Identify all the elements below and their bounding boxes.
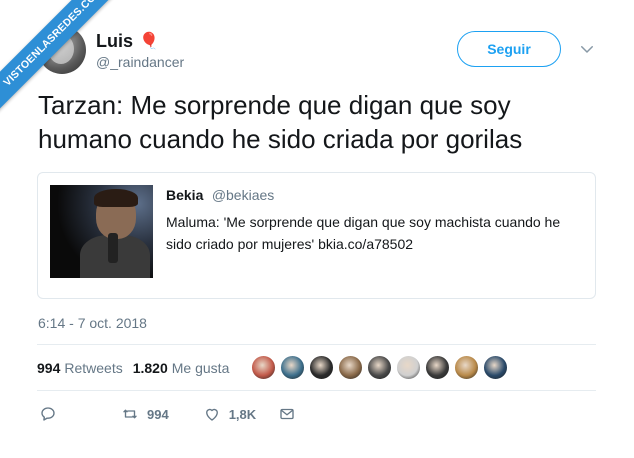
likes-count: 1.820 <box>132 359 168 376</box>
watermark-ribbon: VISTOENLASREDES.COM <box>0 0 130 130</box>
follow-button[interactable]: Seguir <box>457 31 561 67</box>
quoted-tweet-card[interactable]: Bekia @bekiaes Maluma: 'Me sorprende que… <box>37 172 596 299</box>
liker-avatar[interactable] <box>367 355 392 380</box>
likes-label: Me gusta <box>171 359 230 376</box>
divider-bottom <box>37 390 596 391</box>
tweet-actions: 994 1,8K <box>37 400 337 428</box>
likes-stat[interactable]: 1.820 Me gusta <box>133 360 230 376</box>
message-button[interactable] <box>278 405 296 423</box>
tweet-stats: 994 Retweets 1.820 Me gusta <box>37 345 596 390</box>
balloon-emoji: 🎈 <box>139 33 159 50</box>
watermark-text: VISTOENLASREDES.COM <box>0 0 130 114</box>
quoted-tweet-body: Bekia @bekiaes Maluma: 'Me sorprende que… <box>166 187 586 255</box>
liker-avatar[interactable] <box>280 355 305 380</box>
like-count: 1,8K <box>228 406 257 422</box>
retweets-count: 994 <box>37 359 61 376</box>
retweet-icon <box>123 409 137 419</box>
heart-icon <box>205 408 218 421</box>
liker-avatar[interactable] <box>425 355 450 380</box>
retweet-count: 994 <box>147 406 169 422</box>
quoted-tweet-image <box>50 185 153 278</box>
liker-avatar[interactable] <box>338 355 363 380</box>
like-button[interactable]: 1,8K <box>203 405 256 423</box>
retweets-label: Retweets <box>64 359 123 376</box>
tweet-timestamp[interactable]: 6:14 - 7 oct. 2018 <box>38 315 147 331</box>
liker-avatar[interactable] <box>309 355 334 380</box>
liker-avatar[interactable] <box>454 355 479 380</box>
chevron-down-icon[interactable] <box>578 40 596 58</box>
retweet-button[interactable]: 994 <box>121 405 169 423</box>
liker-avatars <box>251 355 512 380</box>
liker-avatar[interactable] <box>251 355 276 380</box>
reply-icon <box>41 407 55 421</box>
quoted-author-handle: @bekiaes <box>211 187 275 203</box>
retweets-stat[interactable]: 994 Retweets <box>37 360 123 376</box>
quoted-author-name: Bekia <box>166 187 204 203</box>
liker-avatar[interactable] <box>483 355 508 380</box>
quoted-tweet-text: Maluma: 'Me sorprende que digan que soy … <box>166 214 561 252</box>
reply-button[interactable] <box>39 405 57 423</box>
liker-avatar[interactable] <box>396 355 421 380</box>
envelope-icon <box>280 408 294 420</box>
